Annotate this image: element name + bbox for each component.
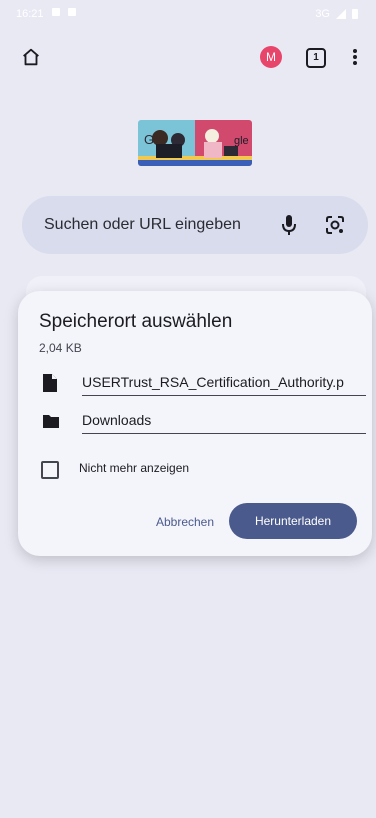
browser-toolbar: M 1 xyxy=(0,38,376,78)
download-button[interactable]: Herunterladen xyxy=(229,503,357,539)
notification-icons xyxy=(52,8,76,16)
home-icon[interactable] xyxy=(20,46,42,68)
status-time: 16:21 xyxy=(16,8,44,20)
network-type: 3G xyxy=(315,8,330,20)
sd-card-icon xyxy=(68,8,76,16)
download-location-dialog: Speicherort auswählen 2,04 KB USERTrust_… xyxy=(18,291,372,556)
dont-show-again-row[interactable]: Nicht mehr anzeigen xyxy=(40,459,340,481)
svg-text:gle: gle xyxy=(234,135,249,147)
status-bar: 16:21 3G xyxy=(0,0,376,26)
status-right-icons: 3G xyxy=(315,8,358,20)
file-name-row: USERTrust_RSA_Certification_Authority.p xyxy=(38,371,368,397)
file-size: 2,04 KB xyxy=(39,341,82,355)
more-options-icon[interactable] xyxy=(352,48,358,66)
google-doodle[interactable]: G gle xyxy=(138,120,252,166)
folder-icon xyxy=(43,415,59,428)
cancel-button[interactable]: Abbrechen xyxy=(139,505,231,539)
microphone-icon[interactable] xyxy=(280,213,298,237)
folder-row: Downloads xyxy=(38,409,368,435)
search-placeholder: Suchen oder URL eingeben xyxy=(44,216,241,233)
search-bar[interactable]: Suchen oder URL eingeben xyxy=(22,196,368,254)
dont-show-again-label: Nicht mehr anzeigen xyxy=(79,461,190,475)
account-avatar[interactable]: M xyxy=(260,46,282,68)
battery-icon xyxy=(352,9,358,19)
tab-switcher-button[interactable]: 1 xyxy=(306,48,326,68)
signal-icon xyxy=(336,9,346,19)
svg-text:G: G xyxy=(144,132,154,147)
file-icon xyxy=(43,374,57,392)
dont-show-again-checkbox[interactable] xyxy=(41,461,59,479)
notification-icon xyxy=(52,8,60,16)
file-name-field[interactable]: USERTrust_RSA_Certification_Authority.p xyxy=(82,371,366,396)
google-lens-icon[interactable] xyxy=(324,214,346,236)
dialog-title: Speicherort auswählen xyxy=(39,311,233,332)
folder-field[interactable]: Downloads xyxy=(82,409,366,434)
